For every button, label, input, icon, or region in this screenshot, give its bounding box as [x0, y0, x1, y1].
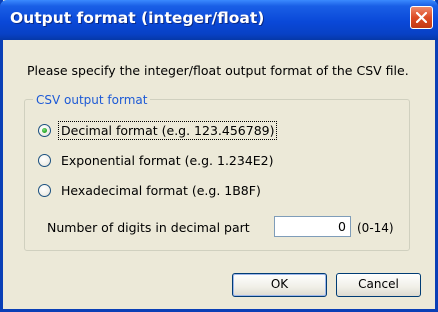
radio-decimal-label[interactable]: Decimal format (e.g. 123.456789) — [57, 120, 278, 140]
radio-hexadecimal-label[interactable]: Hexadecimal format (e.g. 1B8F) — [59, 182, 263, 199]
radio-exponential-button[interactable] — [38, 153, 51, 167]
digits-label: Number of digits in decimal part — [47, 220, 250, 235]
digits-input[interactable] — [274, 216, 351, 237]
digits-range: (0-14) — [357, 221, 394, 235]
close-icon — [416, 12, 427, 23]
close-button[interactable] — [410, 6, 433, 29]
radio-decimal[interactable]: Decimal format (e.g. 123.456789) — [38, 120, 278, 140]
radio-exponential[interactable]: Exponential format (e.g. 1.234E2) — [38, 151, 276, 169]
instruction-text: Please specify the integer/float output … — [27, 63, 409, 78]
cancel-button[interactable]: Cancel — [336, 273, 421, 297]
ok-button[interactable]: OK — [232, 273, 327, 297]
radio-exponential-label[interactable]: Exponential format (e.g. 1.234E2) — [59, 152, 276, 169]
group-legend: CSV output format — [33, 93, 151, 107]
radio-hexadecimal-button[interactable] — [38, 183, 51, 197]
window-title: Output format (integer/float) — [10, 9, 265, 27]
title-bar[interactable]: Output format (integer/float) — [0, 0, 438, 40]
radio-decimal-button[interactable] — [38, 123, 51, 137]
radio-hexadecimal[interactable]: Hexadecimal format (e.g. 1B8F) — [38, 181, 263, 199]
